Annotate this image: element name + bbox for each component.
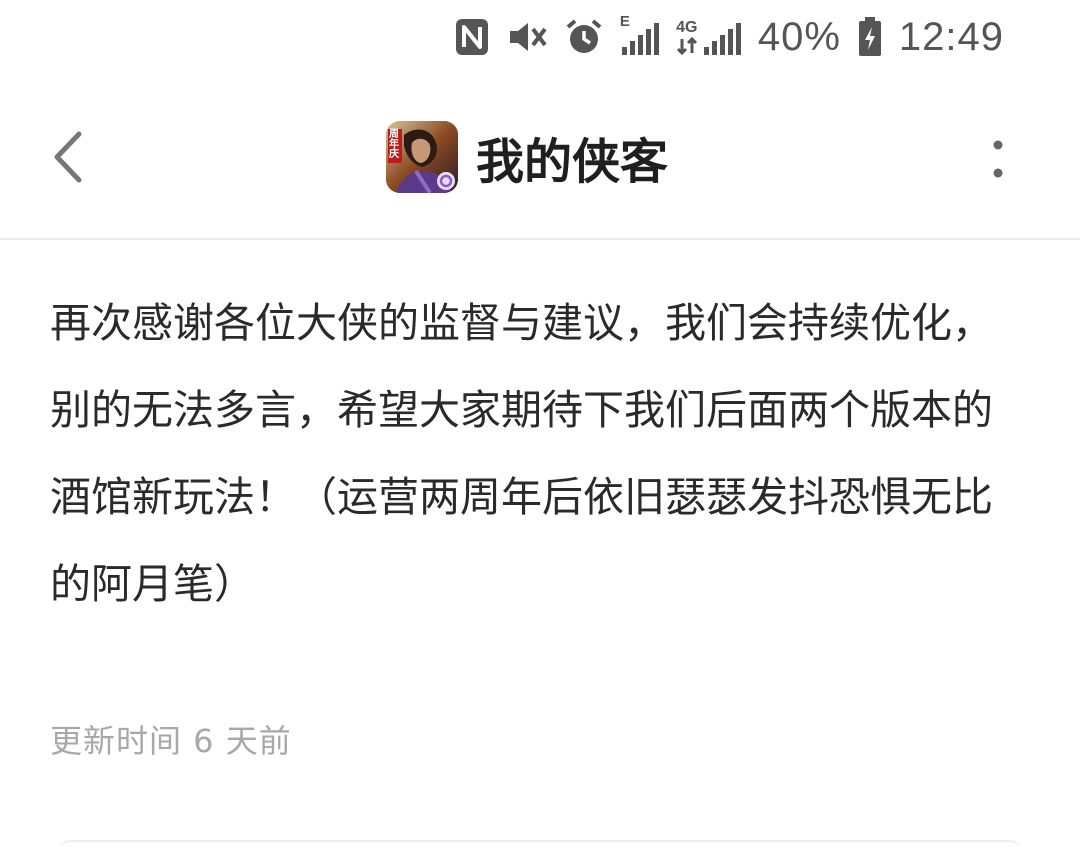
network-label-4g: 4G [676,19,698,36]
more-options-button[interactable] [978,134,1018,184]
signal-e-icon: E [620,13,660,57]
message-text: 再次感谢各位大侠的监督与建议，我们会持续优化，别的无法多言，希望大家期待下我们后… [50,299,993,608]
more-vertical-icon [993,140,1003,178]
app-icon: 周年庆 [386,121,458,193]
chevron-left-icon [54,131,82,183]
clock: 12:49 [898,14,1004,59]
status-bar: E 4G 40% 12:49 [0,0,1080,72]
battery-percent: 40% [757,14,841,59]
alarm-icon [564,17,604,57]
update-timestamp: 更新时间 6 天前 [50,722,292,760]
battery-icon [857,16,883,58]
bottom-divider [60,840,1020,848]
network-label-e: E [619,13,630,30]
page-title: 我的侠客 [476,134,669,190]
app-header: 周年庆 我的侠客 [0,72,1080,240]
back-button[interactable] [36,120,100,194]
status-icons: E 4G 40% 12:49 [454,10,1004,64]
app-icon-badge: 周年庆 [389,129,399,160]
vibrate-icon [506,17,548,57]
nfc-icon [454,17,490,57]
title-group: 周年庆 我的侠客 [386,120,668,194]
screen: E 4G 40% 12:49 周年庆 我的侠客 再次感谢各位大侠的监督与建议，我… [0,0,1080,848]
signal-4g-icon: 4G [676,17,742,57]
